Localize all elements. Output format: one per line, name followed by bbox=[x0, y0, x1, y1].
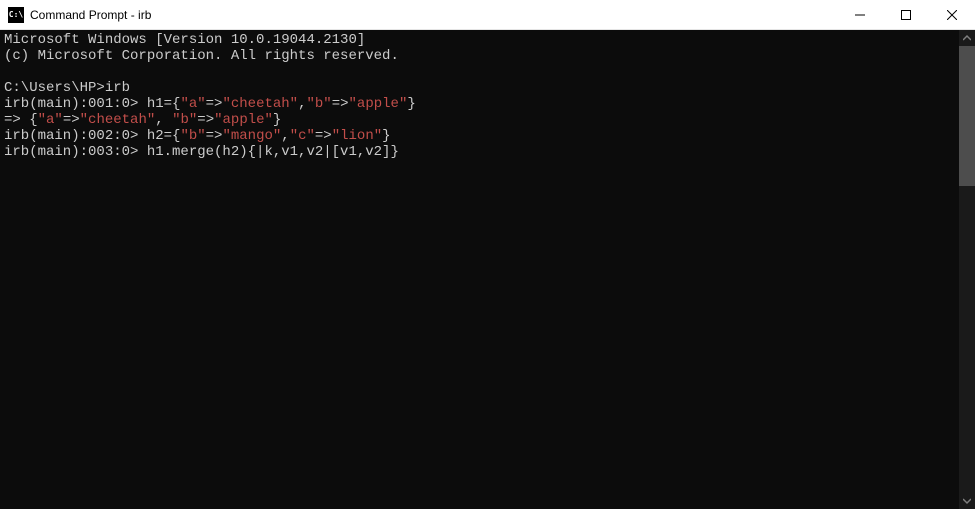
minimize-icon bbox=[855, 10, 865, 20]
close-button[interactable] bbox=[929, 0, 975, 29]
terminal-output[interactable]: Microsoft Windows [Version 10.0.19044.21… bbox=[0, 30, 959, 509]
terminal-line: irb(main):003:0> h1.merge(h2){|k,v1,v2|[… bbox=[4, 144, 399, 160]
terminal-container: Microsoft Windows [Version 10.0.19044.21… bbox=[0, 30, 975, 509]
terminal-line: => {"a"=>"cheetah", "b"=>"apple"} bbox=[4, 112, 281, 128]
minimize-button[interactable] bbox=[837, 0, 883, 29]
app-icon: C:\ bbox=[8, 7, 24, 23]
titlebar: C:\ Command Prompt - irb bbox=[0, 0, 975, 30]
maximize-button[interactable] bbox=[883, 0, 929, 29]
scrollbar[interactable] bbox=[959, 30, 975, 509]
scroll-thumb[interactable] bbox=[959, 46, 975, 186]
terminal-line: (c) Microsoft Corporation. All rights re… bbox=[4, 48, 399, 64]
terminal-line: Microsoft Windows [Version 10.0.19044.21… bbox=[4, 32, 365, 48]
chevron-up-icon bbox=[963, 34, 971, 42]
scroll-down-button[interactable] bbox=[959, 493, 975, 509]
terminal-line: irb(main):002:0> h2={"b"=>"mango","c"=>"… bbox=[4, 128, 391, 144]
chevron-down-icon bbox=[963, 497, 971, 505]
terminal-line: irb(main):001:0> h1={"a"=>"cheetah","b"=… bbox=[4, 96, 416, 112]
window-controls bbox=[837, 0, 975, 29]
window-title: Command Prompt - irb bbox=[30, 8, 837, 22]
maximize-icon bbox=[901, 10, 911, 20]
close-icon bbox=[947, 10, 957, 20]
scroll-up-button[interactable] bbox=[959, 30, 975, 46]
terminal-line: C:\Users\HP>irb bbox=[4, 80, 130, 96]
